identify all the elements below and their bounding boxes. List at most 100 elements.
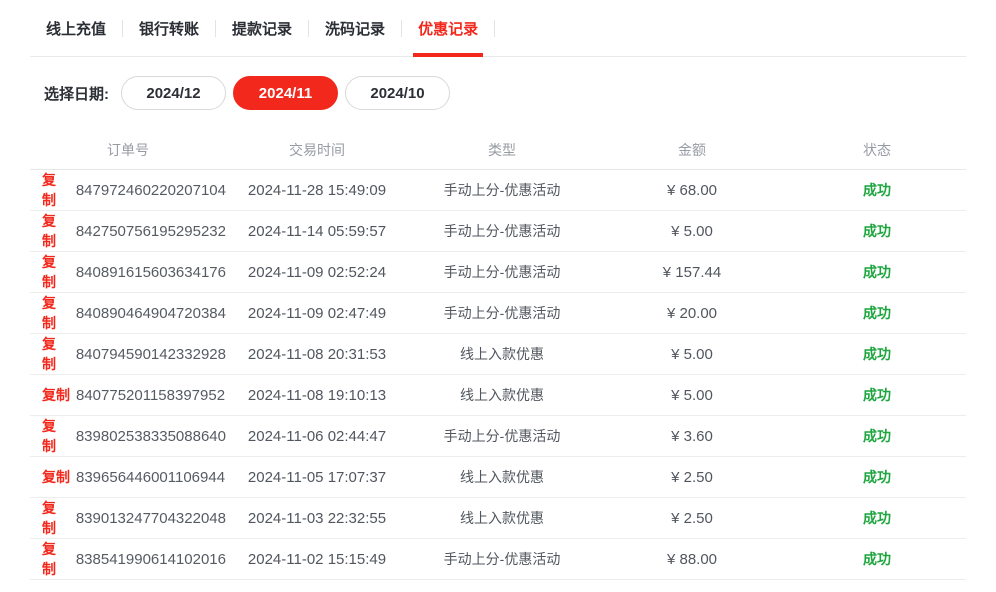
- records-table: 订单号交易时间类型金额状态 复制8479724602202071042024-1…: [30, 130, 966, 580]
- copy-button[interactable]: 复制: [42, 293, 70, 333]
- order-number: 840891615603634176: [76, 264, 226, 281]
- order-cell: 复制 840891615603634176: [30, 252, 226, 292]
- copy-button[interactable]: 复制: [42, 211, 70, 251]
- table-body: 复制8479724602202071042024-11-28 15:49:09手…: [30, 170, 966, 580]
- amount: ¥ 68.00: [596, 182, 788, 199]
- amount: ¥ 157.44: [596, 264, 788, 281]
- copy-button[interactable]: 复制: [42, 498, 70, 538]
- transaction-time: 2024-11-14 05:59:57: [226, 223, 408, 240]
- date-option-2024-12[interactable]: 2024/12: [121, 76, 226, 110]
- transaction-time: 2024-11-05 17:07:37: [226, 469, 408, 486]
- tab-withdraw-record[interactable]: 提款记录: [216, 0, 308, 56]
- order-cell: 复制 840794590142332928: [30, 334, 226, 374]
- table-row: 复制 8390132477043220482024-11-03 22:32:55线…: [30, 498, 966, 539]
- amount: ¥ 20.00: [596, 305, 788, 322]
- status-label: 成功: [788, 344, 966, 364]
- order-cell: 复制 842750756195295232: [30, 211, 226, 251]
- copy-button[interactable]: 复制: [42, 334, 70, 374]
- status-label: 成功: [788, 180, 966, 200]
- status-label: 成功: [788, 385, 966, 405]
- copy-button[interactable]: 复制: [42, 539, 70, 579]
- transaction-time: 2024-11-09 02:52:24: [226, 264, 408, 281]
- order-number: 839013247704322048: [76, 510, 226, 527]
- order-number: 847972460220207104: [76, 182, 226, 199]
- tab-online-recharge[interactable]: 线上充值: [30, 0, 122, 56]
- status-label: 成功: [788, 508, 966, 528]
- transaction-type: 手动上分-优惠活动: [408, 180, 596, 200]
- order-number: 840890464904720384: [76, 305, 226, 322]
- date-filter-label: 选择日期:: [44, 83, 109, 104]
- transaction-time: 2024-11-08 19:10:13: [226, 387, 408, 404]
- order-number: 842750756195295232: [76, 223, 226, 240]
- copy-button[interactable]: 复制: [42, 416, 70, 456]
- tab-bank-transfer[interactable]: 银行转账: [123, 0, 215, 56]
- order-number: 840794590142332928: [76, 346, 226, 363]
- table-row: 复制 8427507561952952322024-11-14 05:59:57手…: [30, 211, 966, 252]
- transaction-type: 线上入款优惠: [408, 467, 596, 487]
- transaction-time: 2024-11-02 15:15:49: [226, 551, 408, 568]
- order-number: 838541990614102016: [76, 551, 226, 568]
- tab-divider: [494, 20, 495, 37]
- amount: ¥ 3.60: [596, 428, 788, 445]
- column-header: 类型: [408, 140, 596, 160]
- order-cell: 复制 847972460220207104: [30, 170, 226, 210]
- copy-button[interactable]: 复制: [42, 252, 70, 292]
- amount: ¥ 5.00: [596, 387, 788, 404]
- date-options: 2024/122024/112024/10: [114, 76, 450, 110]
- amount: ¥ 2.50: [596, 469, 788, 486]
- table-row: 复制 8408916156036341762024-11-09 02:52:24手…: [30, 252, 966, 293]
- amount: ¥ 88.00: [596, 551, 788, 568]
- table-row: 复制 8408904649047203842024-11-09 02:47:49手…: [30, 293, 966, 334]
- table-row: 复制 8407752011583979522024-11-08 19:10:13线…: [30, 375, 966, 416]
- transaction-type: 手动上分-优惠活动: [408, 262, 596, 282]
- transaction-time: 2024-11-28 15:49:09: [226, 182, 408, 199]
- transaction-type: 线上入款优惠: [408, 344, 596, 364]
- amount: ¥ 5.00: [596, 346, 788, 363]
- transaction-time: 2024-11-09 02:47:49: [226, 305, 408, 322]
- order-cell: 复制 840775201158397952: [30, 385, 226, 405]
- date-option-2024-11[interactable]: 2024/11: [233, 76, 338, 110]
- table-row: 复制 8407945901423329282024-11-08 20:31:53线…: [30, 334, 966, 375]
- date-filter-row: 选择日期: 2024/122024/112024/10: [44, 76, 966, 110]
- status-label: 成功: [788, 262, 966, 282]
- order-cell: 复制 839656446001106944: [30, 467, 226, 487]
- table-row: 复制 8385419906141020162024-11-02 15:15:49手…: [30, 539, 966, 580]
- copy-button[interactable]: 复制: [42, 170, 70, 210]
- column-header: 订单号: [30, 140, 226, 160]
- transaction-time: 2024-11-06 02:44:47: [226, 428, 408, 445]
- transaction-time: 2024-11-03 22:32:55: [226, 510, 408, 527]
- order-cell: 复制 839802538335088640: [30, 416, 226, 456]
- transaction-type: 手动上分-优惠活动: [408, 303, 596, 323]
- transaction-type: 线上入款优惠: [408, 508, 596, 528]
- status-label: 成功: [788, 303, 966, 323]
- status-label: 成功: [788, 467, 966, 487]
- transaction-type: 手动上分-优惠活动: [408, 426, 596, 446]
- column-header: 状态: [788, 140, 966, 160]
- status-label: 成功: [788, 549, 966, 569]
- amount: ¥ 5.00: [596, 223, 788, 240]
- tabs-bar: 线上充值银行转账提款记录洗码记录优惠记录: [30, 0, 966, 57]
- date-option-2024-10[interactable]: 2024/10: [345, 76, 450, 110]
- transaction-type: 手动上分-优惠活动: [408, 549, 596, 569]
- order-number: 839656446001106944: [76, 469, 225, 486]
- column-header: 金额: [596, 140, 788, 160]
- transaction-type: 线上入款优惠: [408, 385, 596, 405]
- transaction-time: 2024-11-08 20:31:53: [226, 346, 408, 363]
- tab-promo-record[interactable]: 优惠记录: [402, 0, 494, 56]
- order-cell: 复制 840890464904720384: [30, 293, 226, 333]
- table-row: 复制 8396564460011069442024-11-05 17:07:37线…: [30, 457, 966, 498]
- order-cell: 复制 838541990614102016: [30, 539, 226, 579]
- copy-button[interactable]: 复制: [42, 385, 70, 405]
- copy-button[interactable]: 复制: [42, 467, 70, 487]
- transaction-type: 手动上分-优惠活动: [408, 221, 596, 241]
- order-number: 839802538335088640: [76, 428, 226, 445]
- column-header: 交易时间: [226, 140, 408, 160]
- order-cell: 复制 839013247704322048: [30, 498, 226, 538]
- amount: ¥ 2.50: [596, 510, 788, 527]
- table-header-row: 订单号交易时间类型金额状态: [30, 130, 966, 170]
- tab-rebate-record[interactable]: 洗码记录: [309, 0, 401, 56]
- table-row: 复制 8479724602202071042024-11-28 15:49:09手…: [30, 170, 966, 211]
- table-row: 复制 8398025383350886402024-11-06 02:44:47手…: [30, 416, 966, 457]
- order-number: 840775201158397952: [76, 387, 225, 404]
- status-label: 成功: [788, 221, 966, 241]
